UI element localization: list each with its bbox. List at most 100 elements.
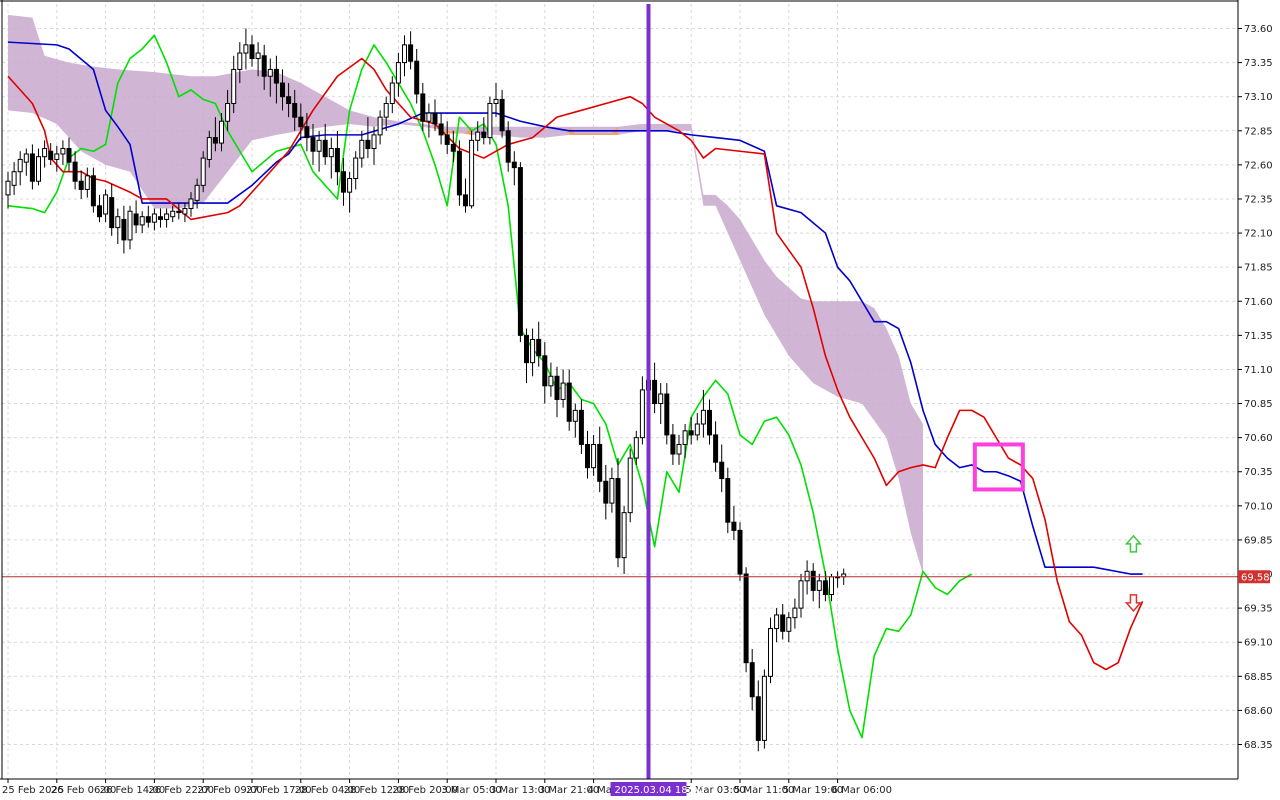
candle-body (243, 44, 249, 54)
candle-body (621, 512, 627, 559)
candle-body (652, 379, 658, 405)
ichimoku-chart: 73.60 73.35 73.10 72.85 72.60 72.35 72.10 71.85… (0, 0, 1280, 800)
candle-body (517, 167, 523, 336)
candle-body (408, 44, 414, 62)
candle-body (194, 184, 200, 201)
candle-body (29, 153, 35, 182)
candle-body (597, 443, 603, 482)
candle-body (505, 130, 511, 163)
candle-body (615, 478, 621, 559)
y-tick-label: 71.35 (1244, 331, 1273, 342)
y-tick-label: 69.10 (1244, 638, 1273, 649)
candle-body (17, 158, 23, 173)
y-tick-label: 71.85 (1244, 263, 1273, 274)
candle-body (389, 82, 395, 105)
candle-body (286, 96, 292, 105)
candle-body (310, 137, 316, 152)
candle-body (774, 614, 780, 630)
candle-body (359, 139, 365, 159)
candle-body (481, 131, 487, 139)
candle-body (731, 521, 737, 531)
candle (487, 96, 493, 145)
candle-body (536, 338, 542, 357)
candle-body (786, 617, 792, 632)
y-tick-label: 72.85 (1244, 126, 1273, 137)
candle-body (54, 153, 60, 160)
candle-body (109, 197, 115, 229)
candle-body (804, 570, 810, 582)
candle-body (255, 52, 261, 60)
candle-body (347, 178, 353, 193)
y-tick-label: 73.60 (1244, 24, 1273, 35)
candle-body (402, 44, 407, 64)
candle-body (591, 443, 597, 469)
current-price-label: 69.58 (1241, 572, 1270, 583)
y-tick-label: 68.60 (1244, 706, 1273, 717)
candle-body (5, 180, 11, 196)
candle-body (609, 478, 615, 504)
candle-body (719, 461, 725, 480)
y-tick-label: 71.60 (1244, 297, 1273, 308)
candle (761, 669, 767, 749)
y-tick-label: 70.10 (1244, 501, 1273, 512)
candle-body (219, 120, 224, 144)
candle-body (237, 52, 243, 70)
candle-body (97, 205, 102, 218)
candle-body (353, 157, 359, 180)
candle-body (713, 434, 719, 463)
candle-body (810, 570, 816, 591)
candle-body (383, 103, 389, 118)
candle-body (145, 216, 151, 223)
candle-body (292, 103, 298, 118)
candle-body (566, 382, 572, 422)
candle-body (487, 103, 493, 139)
candle-body (365, 139, 371, 150)
candle-body (267, 68, 273, 77)
candle-body (298, 116, 304, 128)
candle-body (548, 375, 554, 387)
candle-body (225, 103, 231, 122)
y-tick-label: 69.35 (1244, 604, 1273, 615)
candle-body (560, 382, 566, 400)
candle-body (463, 194, 468, 207)
candle-body (249, 44, 255, 60)
candle-body (200, 157, 206, 186)
candle-body (737, 529, 743, 575)
candle-body (231, 68, 237, 105)
candle-body (316, 139, 322, 152)
candle-body (670, 434, 676, 455)
y-tick-label: 71.10 (1244, 365, 1273, 376)
candle-body (780, 614, 786, 632)
y-tick-label: 70.35 (1244, 467, 1273, 478)
candle-body (334, 148, 340, 173)
candle-body (792, 607, 798, 619)
cursor-time-label: 2025.03.04 18:00 (615, 785, 704, 796)
candle-body (170, 210, 176, 218)
candle-body (761, 675, 767, 741)
candle-body (426, 112, 432, 122)
x-tick-label: 6 Mar 06:00 (832, 785, 892, 796)
candle-body (456, 150, 462, 196)
candle-body (639, 389, 645, 439)
candle-body (103, 194, 109, 215)
candle-body (133, 213, 139, 226)
candle-body (212, 137, 218, 144)
candle-body (658, 393, 664, 405)
y-tick-label: 68.35 (1244, 740, 1273, 751)
chart-root: 73.60 73.35 73.10 72.85 72.60 72.35 72.10 71.85… (0, 0, 1280, 800)
candle-body (432, 112, 438, 125)
candle-body (572, 409, 578, 422)
candle-body (90, 175, 96, 207)
candle-body (743, 573, 749, 664)
candle-body (121, 218, 127, 241)
candle-body (273, 68, 279, 84)
candle-body (688, 430, 694, 436)
candle-body (707, 409, 712, 436)
candle-body (475, 131, 481, 141)
candle-body (84, 175, 90, 190)
candle (517, 162, 523, 343)
candle-body (469, 139, 475, 207)
candle-body (371, 134, 377, 150)
y-tick-label: 70.85 (1244, 399, 1273, 410)
y-tick-label: 72.60 (1244, 160, 1273, 171)
